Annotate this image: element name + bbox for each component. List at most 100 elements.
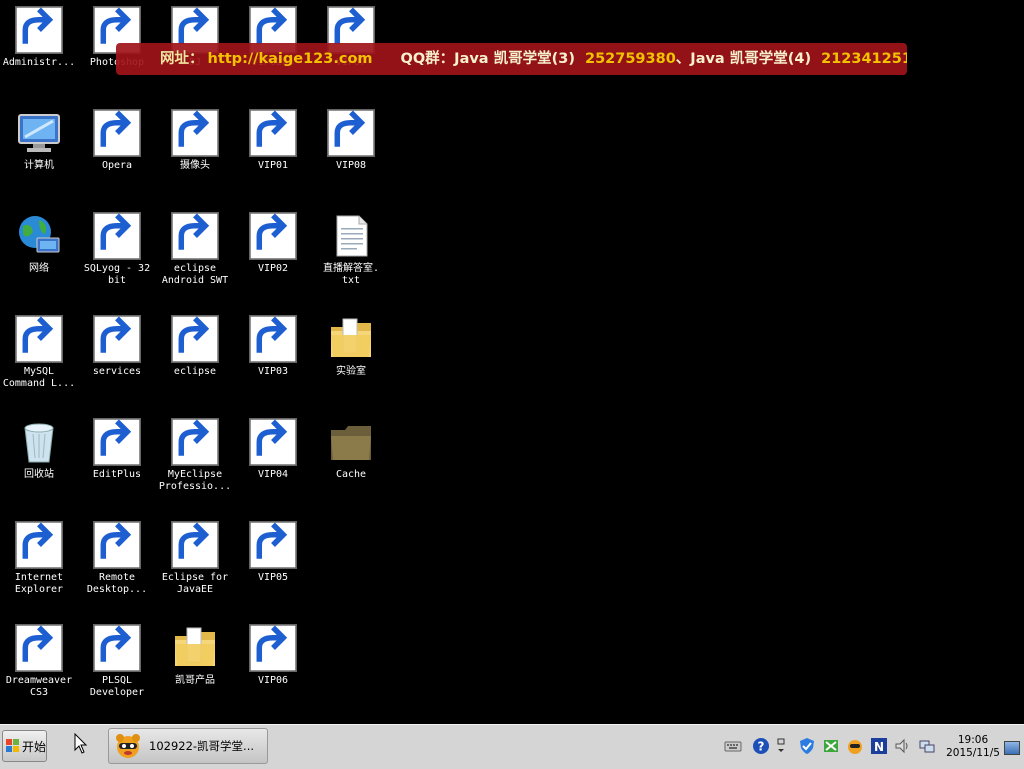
folder-icon bbox=[249, 521, 297, 569]
computer-icon bbox=[15, 109, 63, 157]
shortcut-arrow-icon bbox=[171, 212, 219, 260]
shortcut-arrow-icon bbox=[171, 418, 219, 466]
show-desktop-button[interactable] bbox=[1004, 741, 1020, 755]
desktop-icon-21[interactable]: EditPlus bbox=[78, 418, 156, 481]
desktop-icon-label: VIP03 bbox=[257, 366, 289, 377]
shortcut-arrow-icon bbox=[327, 109, 375, 157]
shortcut-arrow-icon bbox=[249, 624, 297, 672]
desktop-icon-label: Administr... bbox=[2, 57, 76, 68]
desktop-icon-15[interactable]: MySQL> MySQL Command L... bbox=[0, 315, 78, 389]
desktop-icon-5[interactable]: 计算机 bbox=[0, 109, 78, 172]
svg-text:?: ? bbox=[758, 740, 765, 754]
desktop-icon-31[interactable]: 凯哥产品 bbox=[156, 624, 234, 687]
tray-expand-icon[interactable] bbox=[776, 737, 786, 755]
help-icon[interactable]: ? bbox=[752, 737, 770, 755]
desktop-icon-10[interactable]: 网络 bbox=[0, 212, 78, 275]
security-shield-icon[interactable] bbox=[798, 737, 816, 755]
desktop-icon-label: PLSQL Developer bbox=[89, 675, 145, 698]
desktop-icon-label: VIP01 bbox=[257, 160, 289, 171]
desktop-icon-label: eclipse Android SWT bbox=[161, 263, 229, 286]
desktop-icon-25[interactable]: Internet Explorer bbox=[0, 521, 78, 595]
shortcut-arrow-icon bbox=[171, 315, 219, 363]
recycle-bin-icon bbox=[15, 418, 63, 466]
desktop-icon-19[interactable]: 实验室 bbox=[312, 315, 390, 378]
desktop-icon-14[interactable]: 直播解答室. txt bbox=[312, 212, 390, 286]
remote-desktop-icon bbox=[93, 521, 141, 569]
desktop-icon-label: 计算机 bbox=[24, 160, 54, 171]
desktop-icon-12[interactable]: eclipse Android SWT bbox=[156, 212, 234, 286]
yy-bear-tray-icon[interactable] bbox=[846, 737, 864, 755]
shortcut-arrow-icon bbox=[93, 109, 141, 157]
start-button[interactable]: 开始 bbox=[2, 730, 47, 762]
desktop-icon-0[interactable]: Administr... bbox=[0, 6, 78, 69]
banner-qq-label: QQ群：Java 凯哥学堂(3) bbox=[400, 51, 575, 67]
desktop-icon-label: 直播解答室. txt bbox=[322, 263, 380, 286]
desktop-icon-16[interactable]: services bbox=[78, 315, 156, 378]
shortcut-arrow-icon bbox=[249, 109, 297, 157]
shortcut-arrow-icon bbox=[15, 6, 63, 54]
desktop: Administr...PsPhotoshopDJVIP0203VIP07计算机… bbox=[0, 0, 1024, 724]
windows-logo-icon bbox=[6, 739, 19, 752]
shortcut-arrow-icon bbox=[15, 315, 63, 363]
desktop-icon-label: VIP08 bbox=[335, 160, 367, 171]
eclipse-icon bbox=[171, 315, 219, 363]
banner-qq-separator: 、Java 凯哥学堂(4) bbox=[675, 51, 812, 67]
desktop-icon-28[interactable]: VIP05 bbox=[234, 521, 312, 584]
eclipse-purple-icon bbox=[171, 212, 219, 260]
banner-url-label: 网址： bbox=[160, 51, 204, 67]
yy-bear-app-icon bbox=[116, 734, 140, 758]
desktop-icon-32[interactable]: VIP06 bbox=[234, 624, 312, 687]
desktop-icon-26[interactable]: Remote Desktop... bbox=[78, 521, 156, 595]
desktop-icon-13[interactable]: VIP02 bbox=[234, 212, 312, 275]
desktop-icon-8[interactable]: VIP01 bbox=[234, 109, 312, 172]
clock-date: 2015/11/5 bbox=[946, 747, 1000, 759]
mouse-cursor-icon bbox=[74, 733, 88, 754]
green-app-icon[interactable] bbox=[822, 737, 840, 755]
shortcut-arrow-icon bbox=[93, 624, 141, 672]
shortcut-arrow-icon bbox=[93, 418, 141, 466]
desktop-icon-11[interactable]: SQLyog - 32 bit bbox=[78, 212, 156, 286]
folder-icon bbox=[171, 624, 219, 672]
desktop-icon-9[interactable]: VIP08 bbox=[312, 109, 390, 172]
desktop-icon-label: 网络 bbox=[29, 263, 49, 274]
taskbar: 开始 102922-凯哥学堂... ? N 19:06 2015/11/5 bbox=[0, 724, 1024, 769]
dreamweaver-icon: Dw bbox=[15, 624, 63, 672]
desktop-icon-6[interactable]: Opera bbox=[78, 109, 156, 172]
desktop-icon-label: 摄像头 bbox=[180, 160, 210, 171]
desktop-icon-30[interactable]: PLSQL Developer bbox=[78, 624, 156, 698]
ime-icon[interactable]: N bbox=[870, 737, 888, 755]
desktop-icon-label: Eclipse for JavaEE bbox=[161, 572, 229, 595]
folder-dark-icon bbox=[327, 418, 375, 466]
internet-explorer-icon bbox=[15, 521, 63, 569]
volume-icon[interactable] bbox=[894, 737, 912, 755]
desktop-icon-20[interactable]: 回收站 bbox=[0, 418, 78, 481]
desktop-icon-label: VIP04 bbox=[257, 469, 289, 480]
desktop-icon-label: 实验室 bbox=[336, 366, 366, 377]
folder-icon bbox=[249, 624, 297, 672]
desktop-icon-24[interactable]: Cache bbox=[312, 418, 390, 481]
user-folder-icon bbox=[15, 6, 63, 54]
desktop-icon-17[interactable]: eclipse bbox=[156, 315, 234, 378]
clock[interactable]: 19:06 2015/11/5 bbox=[942, 734, 1004, 760]
folder-icon bbox=[249, 315, 297, 363]
shortcut-arrow-icon bbox=[15, 624, 63, 672]
desktop-icon-label: EditPlus bbox=[92, 469, 142, 480]
desktop-icon-label: Cache bbox=[335, 469, 367, 480]
desktop-icon-label: Dreamweaver CS3 bbox=[5, 675, 73, 698]
desktop-icon-29[interactable]: Dw Dreamweaver CS3 bbox=[0, 624, 78, 698]
network-tray-icon[interactable] bbox=[918, 737, 936, 755]
desktop-icon-18[interactable]: VIP03 bbox=[234, 315, 312, 378]
desktop-icon-7[interactable]: 摄像头 bbox=[156, 109, 234, 172]
shortcut-arrow-icon bbox=[249, 212, 297, 260]
keyboard-icon[interactable] bbox=[724, 737, 742, 755]
folder-icon bbox=[249, 109, 297, 157]
desktop-icon-27[interactable]: Eclipse for JavaEE bbox=[156, 521, 234, 595]
folder-icon bbox=[249, 418, 297, 466]
desktop-icon-label: VIP06 bbox=[257, 675, 289, 686]
taskbar-button-kaige-classroom[interactable]: 102922-凯哥学堂... bbox=[108, 728, 268, 764]
taskbar-button-label: 102922-凯哥学堂... bbox=[149, 739, 255, 753]
folder-icon bbox=[249, 212, 297, 260]
desktop-icon-label: eclipse bbox=[173, 366, 217, 377]
desktop-icon-22[interactable]: MyEclipse Professio... bbox=[156, 418, 234, 492]
desktop-icon-23[interactable]: VIP04 bbox=[234, 418, 312, 481]
